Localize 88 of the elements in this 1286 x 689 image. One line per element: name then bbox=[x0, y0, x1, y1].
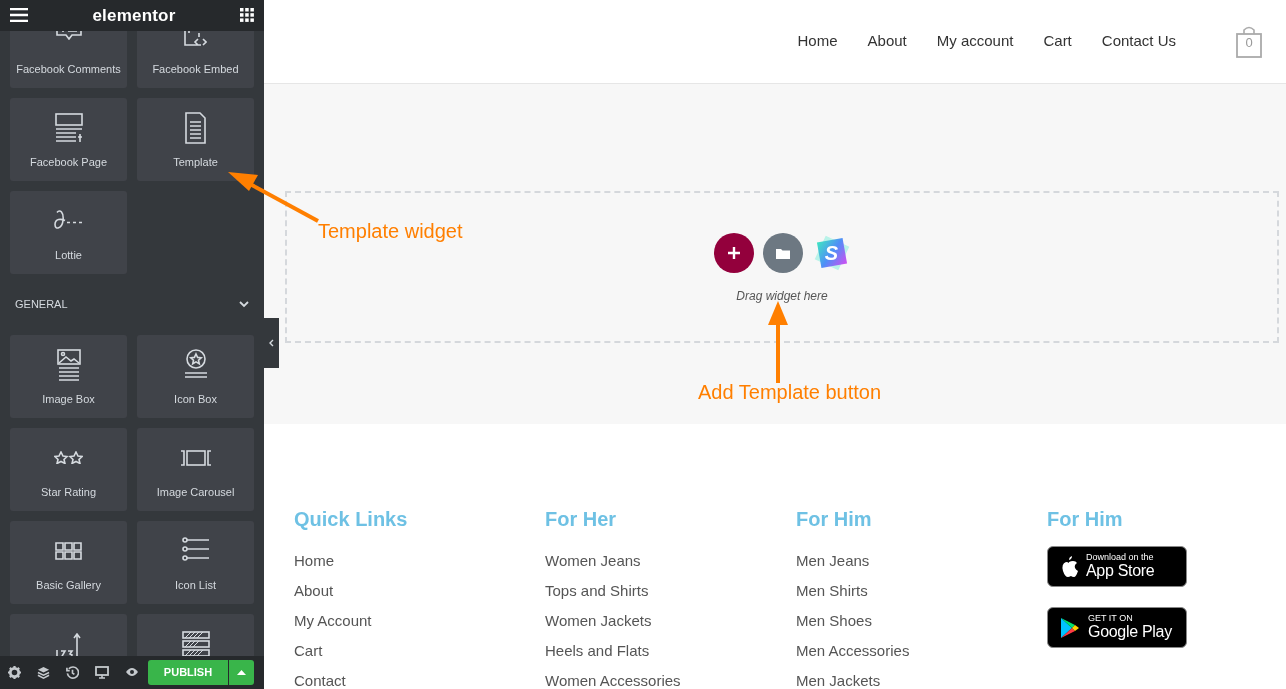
footer-heading: For Him bbox=[1047, 507, 1124, 532]
footer-link[interactable]: Men Jackets bbox=[796, 666, 1047, 689]
footer-link[interactable]: Men Shoes bbox=[796, 606, 1047, 636]
footer-link[interactable]: Men Jeans bbox=[796, 546, 1047, 576]
counter-icon bbox=[56, 632, 81, 656]
chevron-left-icon bbox=[269, 339, 274, 347]
progress-bars-icon bbox=[181, 630, 210, 656]
footer-link[interactable]: Cart bbox=[294, 636, 545, 666]
widget-label: Lottie bbox=[55, 247, 82, 263]
footer-link[interactable]: About bbox=[294, 576, 545, 606]
footer-link[interactable]: Home bbox=[294, 546, 545, 576]
carousel-icon bbox=[179, 449, 212, 466]
badge-title: Google Play bbox=[1088, 623, 1172, 641]
footer-heading: Quick Links bbox=[294, 507, 409, 532]
nav-link[interactable]: Home bbox=[797, 30, 838, 53]
play-icon bbox=[1060, 616, 1080, 639]
list-icon bbox=[181, 536, 210, 561]
widget-label: Facebook Page bbox=[29, 154, 108, 170]
nav-link[interactable]: My account bbox=[936, 30, 1014, 53]
logo: elementor bbox=[92, 4, 176, 27]
widget-label: Facebook Comments bbox=[16, 61, 121, 77]
widget-tile[interactable]: Icon Box bbox=[137, 334, 254, 418]
badge-caption: GET IT ON bbox=[1088, 614, 1134, 623]
plus-icon bbox=[727, 247, 740, 259]
folder-icon bbox=[775, 247, 790, 259]
widget-label: Facebook Embed bbox=[152, 61, 239, 77]
badge-title: App Store bbox=[1086, 562, 1155, 580]
add-template-button[interactable] bbox=[762, 233, 803, 273]
layers-icon[interactable] bbox=[37, 665, 50, 679]
caret-icon bbox=[237, 669, 246, 675]
footer-link[interactable]: Men Shirts bbox=[796, 576, 1047, 606]
gallery-icon bbox=[55, 541, 82, 560]
badge-caption: Download on the bbox=[1086, 553, 1155, 562]
image-box-icon bbox=[56, 348, 81, 381]
widget-tile[interactable]: Lottie bbox=[10, 190, 127, 274]
lottie-icon bbox=[54, 210, 83, 230]
publish-options-button[interactable] bbox=[228, 659, 254, 685]
widget-tile[interactable]: Facebook Comments bbox=[10, 30, 127, 88]
icon-box-icon bbox=[183, 348, 208, 378]
desktop-icon[interactable] bbox=[95, 665, 109, 679]
widget-label: Image Carousel bbox=[156, 484, 235, 500]
eye-icon[interactable] bbox=[125, 667, 139, 678]
footer-link[interactable]: Women Jeans bbox=[545, 546, 796, 576]
widget-tile[interactable]: Image Carousel bbox=[137, 427, 254, 511]
footer-link[interactable]: Tops and Shirts bbox=[545, 576, 796, 606]
widget-label: Star Rating bbox=[41, 484, 96, 500]
widget-tile[interactable]: Basic Gallery bbox=[10, 520, 127, 604]
footer-link[interactable]: Contact bbox=[294, 666, 545, 689]
footer-link[interactable]: Women Jackets bbox=[545, 606, 796, 636]
widget-label: Basic Gallery bbox=[36, 577, 101, 593]
app-store-badge[interactable]: Download on the App Store bbox=[1047, 546, 1187, 587]
bag-icon bbox=[1236, 25, 1262, 58]
footer-link[interactable]: Women Accessories bbox=[545, 666, 796, 689]
cart-count: 0 bbox=[1245, 34, 1253, 52]
page-layout-icon bbox=[54, 112, 83, 143]
widget-tile[interactable]: Star Rating bbox=[10, 427, 127, 511]
widget-label: Image Box bbox=[42, 391, 95, 407]
widget-label: Icon Box bbox=[174, 391, 217, 407]
nav-link[interactable]: About bbox=[867, 30, 907, 53]
widget-tile[interactable]: Image Box bbox=[10, 334, 127, 418]
widget-label: Template bbox=[173, 154, 218, 170]
widget-label: Icon List bbox=[175, 577, 216, 593]
footer-link[interactable]: My Account bbox=[294, 606, 545, 636]
play-store-badge[interactable]: GET IT ON Google Play bbox=[1047, 607, 1187, 648]
widget-tile[interactable]: Facebook Embed bbox=[137, 30, 254, 88]
menu-icon[interactable] bbox=[10, 8, 28, 23]
footer-heading: For Him bbox=[796, 507, 873, 532]
drop-hint: Drag widget here bbox=[736, 288, 828, 305]
section-header[interactable]: GENERAL bbox=[0, 273, 264, 335]
widget-tile[interactable]: Template bbox=[137, 97, 254, 181]
document-icon bbox=[185, 111, 206, 144]
grid-icon[interactable] bbox=[240, 8, 254, 23]
footer-link[interactable]: Heels and Flats bbox=[545, 636, 796, 666]
nav-link[interactable]: Cart bbox=[1043, 30, 1072, 53]
annotation-text: Template widget bbox=[318, 219, 463, 244]
section-title: GENERAL bbox=[15, 296, 68, 312]
annotation-text: Add Template button bbox=[698, 380, 882, 405]
footer-link[interactable]: Men Accessories bbox=[796, 636, 1047, 666]
collapse-panel-button[interactable] bbox=[264, 318, 279, 368]
widget-tile[interactable]: Facebook Page bbox=[10, 97, 127, 181]
history-icon[interactable] bbox=[66, 665, 79, 679]
add-section-button[interactable] bbox=[713, 233, 754, 273]
stars-icon bbox=[54, 450, 83, 465]
settings-icon[interactable] bbox=[8, 665, 21, 679]
widget-tile[interactable]: Icon List bbox=[137, 520, 254, 604]
footer-heading: For Her bbox=[545, 507, 618, 532]
apple-icon bbox=[1060, 555, 1078, 578]
nav-link[interactable]: Contact Us bbox=[1101, 30, 1176, 53]
